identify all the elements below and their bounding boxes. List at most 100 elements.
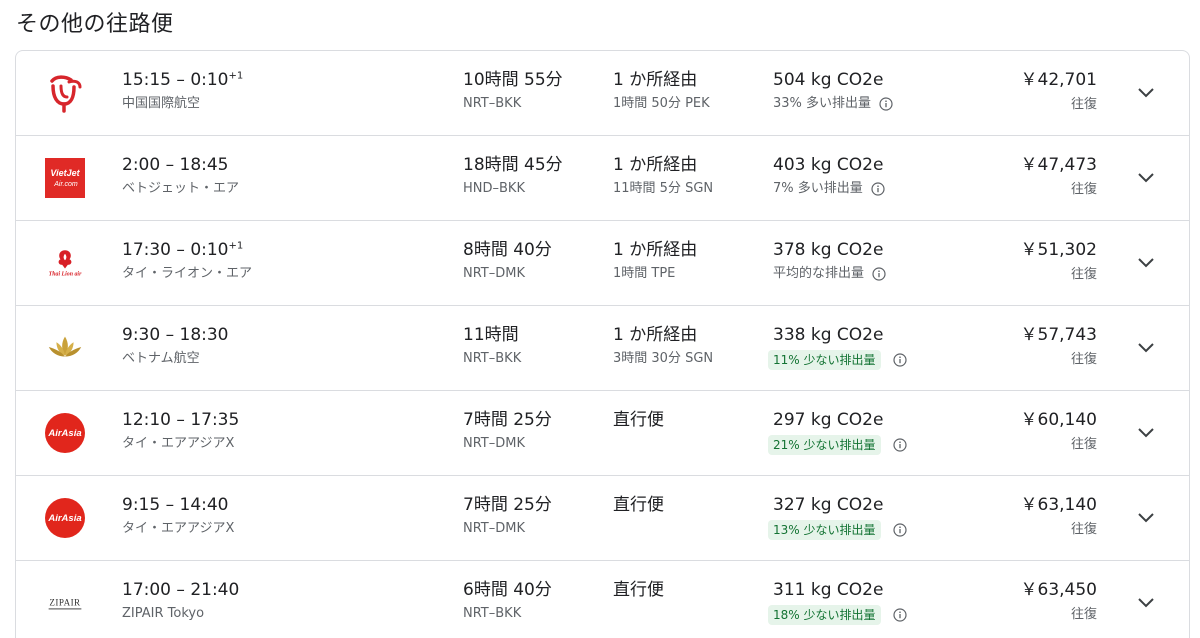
info-icon[interactable] bbox=[879, 96, 893, 111]
flight-stops: 1 か所経由 1時間 50分 PEK bbox=[613, 70, 710, 112]
flight-stops: 1 か所経由 11時間 5分 SGN bbox=[613, 155, 713, 197]
flight-price: ￥47,473 往復 bbox=[1021, 155, 1097, 198]
stops-text: 直行便 bbox=[613, 495, 664, 515]
co2-text: 311 kg CO2e bbox=[773, 580, 884, 600]
co2-text: 504 kg CO2e bbox=[773, 70, 884, 90]
duration-text: 11時間 bbox=[463, 325, 519, 345]
flight-duration: 6時間 40分 NRT–BKK bbox=[463, 580, 552, 622]
expand-button[interactable] bbox=[1133, 165, 1159, 191]
route-text: HND–BKK bbox=[463, 181, 525, 196]
flight-emissions: 297 kg CO2e 21% 少ない排出量 bbox=[768, 410, 907, 455]
emissions-badge: 13% 少ない排出量 bbox=[768, 520, 881, 540]
chevron-down-icon bbox=[1138, 428, 1154, 438]
flight-duration: 11時間 NRT–BKK bbox=[463, 325, 521, 367]
flight-row[interactable]: 9:30 – 18:30 ベトナム航空 11時間 NRT–BKK 1 か所経由 … bbox=[16, 306, 1189, 391]
section-title: その他の往路便 bbox=[16, 12, 174, 37]
flight-emissions: 311 kg CO2e 18% 少ない排出量 bbox=[768, 580, 907, 625]
vietjet-logo: VietJet Air.com bbox=[45, 158, 85, 198]
co2-text: 403 kg CO2e bbox=[773, 155, 884, 175]
flight-stops: 直行便 bbox=[613, 410, 664, 435]
chevron-down-icon bbox=[1138, 258, 1154, 268]
flight-times: 2:00 – 18:45 ベトジェット・エア bbox=[122, 155, 240, 196]
info-icon[interactable] bbox=[871, 181, 885, 196]
expand-button[interactable] bbox=[1133, 335, 1159, 361]
route-text: NRT–BKK bbox=[463, 96, 522, 111]
route-text: NRT–BKK bbox=[463, 351, 522, 366]
flight-row[interactable]: VietJet Air.com 2:00 – 18:45 ベトジェット・エア 1… bbox=[16, 136, 1189, 221]
duration-text: 7時間 25分 bbox=[463, 410, 552, 430]
airline-name: 中国国際航空 bbox=[122, 96, 201, 111]
info-icon[interactable] bbox=[892, 523, 907, 537]
airasia-logo-text: AirAsia bbox=[47, 428, 81, 439]
stops-text: 1 か所経由 bbox=[613, 325, 698, 345]
arrival-time: 18:30 bbox=[179, 325, 229, 345]
chevron-down-icon bbox=[1138, 598, 1154, 608]
flight-duration: 18時間 45分 HND–BKK bbox=[463, 155, 563, 197]
expand-button[interactable] bbox=[1133, 250, 1159, 276]
day-offset: +1 bbox=[228, 70, 244, 82]
flight-times: 17:00 – 21:40 ZIPAIR Tokyo bbox=[122, 580, 240, 621]
trip-type: 往復 bbox=[1070, 182, 1097, 197]
arrival-time: 21:40 bbox=[190, 580, 240, 600]
stops-text: 直行便 bbox=[613, 410, 664, 430]
flight-emissions: 504 kg CO2e 33% 多い排出量 bbox=[773, 70, 893, 112]
arrival-time: 17:35 bbox=[190, 410, 240, 430]
flight-times: 15:15 – 0:10+1 中国国際航空 bbox=[122, 70, 244, 111]
expand-button[interactable] bbox=[1133, 420, 1159, 446]
airline-name: タイ・エアアジアX bbox=[122, 436, 235, 451]
chevron-down-icon bbox=[1138, 343, 1154, 353]
arrival-time: 14:40 bbox=[179, 495, 229, 515]
arrival-time: 0:10 bbox=[190, 70, 229, 90]
vietjet-logo-subtext: Air.com bbox=[53, 181, 78, 188]
flight-row[interactable]: ZIPAIR 17:00 – 21:40 ZIPAIR Tokyo 6時間 40… bbox=[16, 561, 1189, 638]
flight-price: ￥57,743 往復 bbox=[1021, 325, 1097, 368]
air-china-logo bbox=[45, 73, 85, 113]
flight-row[interactable]: AirAsia 12:10 – 17:35 タイ・エアアジアX 7時間 25分 … bbox=[16, 391, 1189, 476]
info-icon[interactable] bbox=[872, 266, 886, 281]
flight-row[interactable]: 15:15 – 0:10+1 中国国際航空 10時間 55分 NRT–BKK 1… bbox=[16, 51, 1189, 136]
expand-button[interactable] bbox=[1133, 590, 1159, 616]
zipair-logo: ZIPAIR bbox=[45, 583, 85, 623]
trip-type: 往復 bbox=[1070, 437, 1097, 452]
departure-time: 12:10 bbox=[122, 410, 171, 430]
price-text: ￥51,302 bbox=[1020, 240, 1097, 260]
duration-text: 8時間 40分 bbox=[463, 240, 552, 260]
info-icon[interactable] bbox=[892, 608, 907, 622]
co2-text: 338 kg CO2e bbox=[773, 325, 884, 345]
emissions-badge: 21% 少ない排出量 bbox=[768, 435, 881, 455]
price-text: ￥57,743 bbox=[1020, 325, 1097, 345]
trip-type: 往復 bbox=[1070, 607, 1097, 622]
flight-duration: 7時間 25分 NRT–DMK bbox=[463, 410, 552, 452]
chevron-down-icon bbox=[1138, 88, 1154, 98]
flight-duration: 8時間 40分 NRT–DMK bbox=[463, 240, 552, 282]
price-text: ￥63,140 bbox=[1020, 495, 1097, 515]
info-icon[interactable] bbox=[892, 438, 907, 452]
price-text: ￥42,701 bbox=[1020, 70, 1097, 90]
flight-row[interactable]: Thai Lion air 17:30 – 0:10+1 タイ・ライオン・エア … bbox=[16, 221, 1189, 306]
expand-button[interactable] bbox=[1133, 505, 1159, 531]
trip-type: 往復 bbox=[1070, 522, 1097, 537]
price-text: ￥60,140 bbox=[1020, 410, 1097, 430]
flight-emissions: 327 kg CO2e 13% 少ない排出量 bbox=[768, 495, 907, 540]
emissions-label: 7% 多い排出量 bbox=[773, 181, 863, 196]
flight-emissions: 403 kg CO2e 7% 多い排出量 bbox=[773, 155, 885, 197]
co2-text: 327 kg CO2e bbox=[773, 495, 884, 515]
flight-row[interactable]: AirAsia 9:15 – 14:40 タイ・エアアジアX 7時間 25分 N… bbox=[16, 476, 1189, 561]
expand-button[interactable] bbox=[1133, 80, 1159, 106]
duration-text: 6時間 40分 bbox=[463, 580, 552, 600]
stops-text: 1 か所経由 bbox=[613, 70, 698, 90]
chevron-down-icon bbox=[1138, 173, 1154, 183]
info-icon[interactable] bbox=[892, 353, 907, 367]
route-text: NRT–BKK bbox=[463, 606, 522, 621]
emissions-badge: 11% 少ない排出量 bbox=[768, 350, 881, 370]
emissions-label: 33% 多い排出量 bbox=[773, 96, 872, 111]
departure-time: 15:15 bbox=[122, 70, 171, 90]
zipair-logo-text: ZIPAIR bbox=[49, 598, 81, 608]
airasia-logo: AirAsia bbox=[45, 413, 85, 453]
flight-duration: 7時間 25分 NRT–DMK bbox=[463, 495, 552, 537]
price-text: ￥63,450 bbox=[1020, 580, 1097, 600]
thai-lion-logo-text: Thai Lion air bbox=[49, 272, 82, 278]
duration-text: 18時間 45分 bbox=[463, 155, 563, 175]
departure-time: 9:15 bbox=[122, 495, 161, 515]
departure-time: 9:30 bbox=[122, 325, 161, 345]
